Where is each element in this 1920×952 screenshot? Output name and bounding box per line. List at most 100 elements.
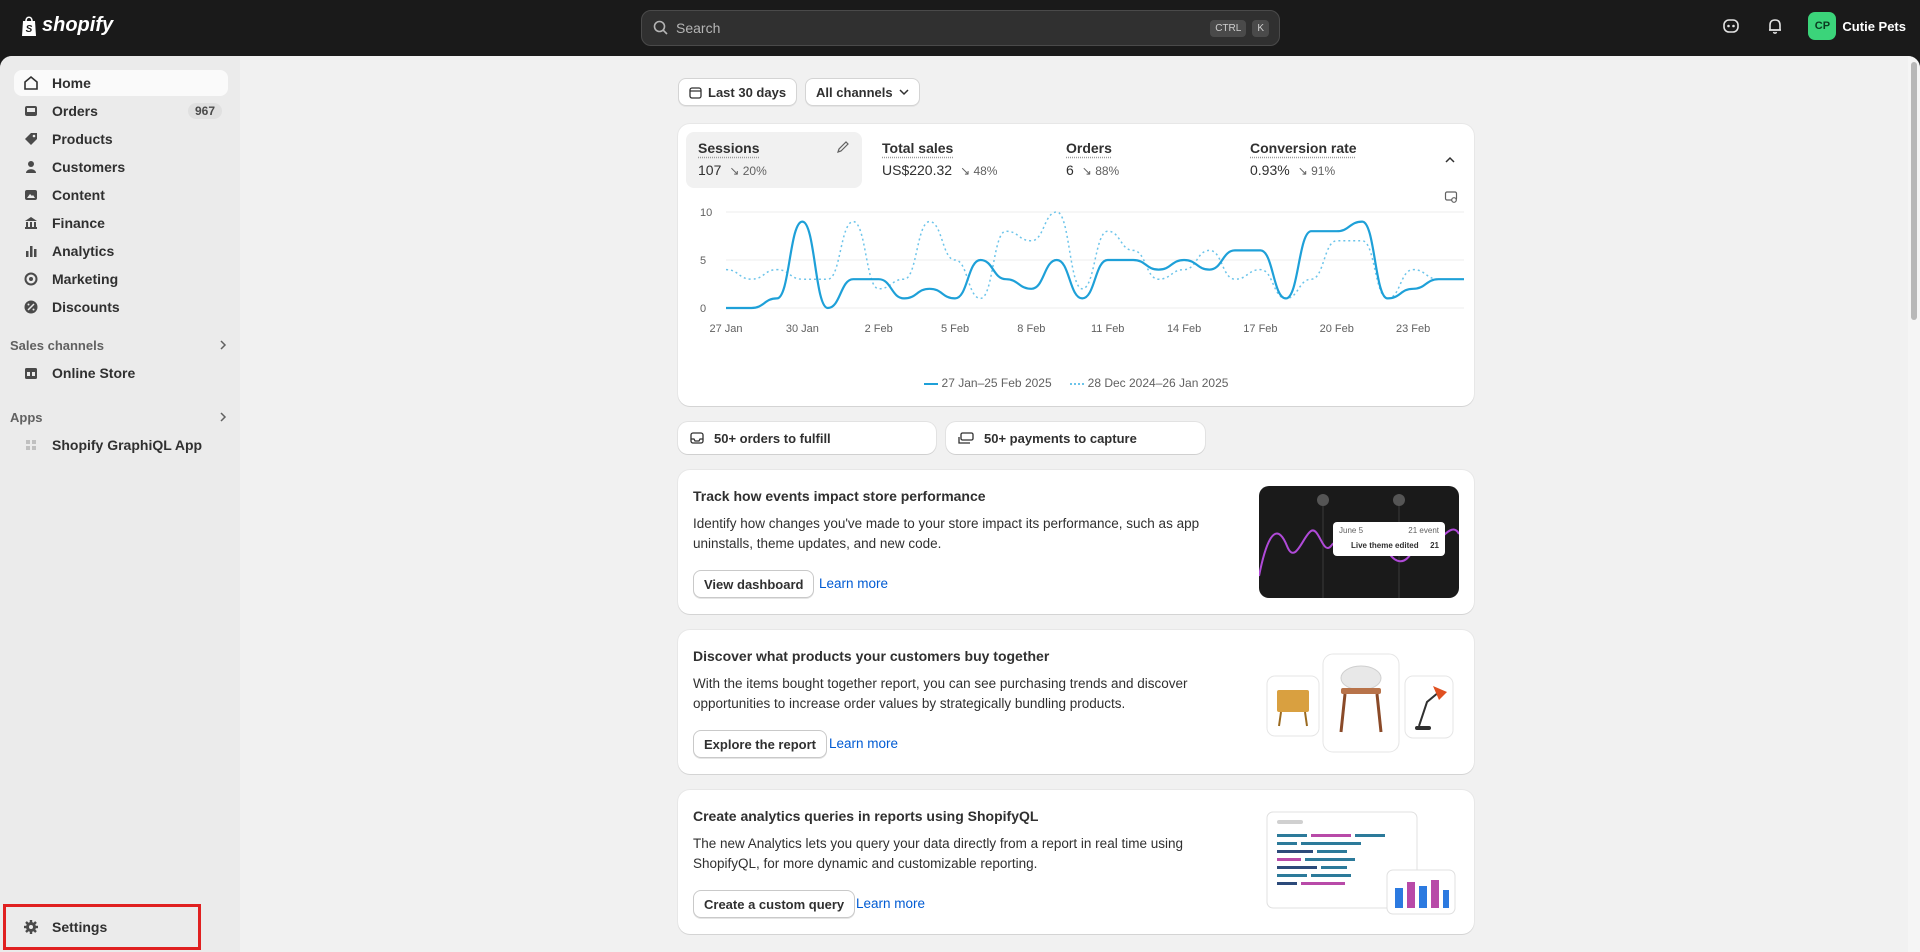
- calendar-icon: [689, 86, 702, 99]
- sidebar-item-home[interactable]: Home: [14, 70, 228, 96]
- x-tick-label: 11 Feb: [1091, 323, 1124, 335]
- sidebar-item-graphiql-app[interactable]: Shopify GraphiQL App: [14, 432, 228, 458]
- sidebar-item-analytics[interactable]: Analytics: [14, 238, 228, 264]
- section-label: Sales channels: [10, 338, 104, 353]
- metric-label: Orders: [1066, 140, 1112, 156]
- y-tick-label: 10: [700, 207, 712, 219]
- sales-channels-header[interactable]: Sales channels: [10, 338, 228, 353]
- y-tick-label: 5: [700, 255, 706, 267]
- illus-label: Live theme edited: [1351, 541, 1419, 550]
- metric-delta: 88%: [1095, 164, 1120, 178]
- sidebar-item-content[interactable]: Content: [14, 182, 228, 208]
- metric-label: Sessions: [698, 140, 760, 156]
- chart-options-icon[interactable]: [1444, 190, 1458, 204]
- sidebar-item-products[interactable]: Products: [14, 126, 228, 152]
- inbox-icon: [22, 102, 40, 120]
- sidebar-item-marketing[interactable]: Marketing: [14, 266, 228, 292]
- metric-orders[interactable]: Orders 6 ↘ 88%: [1054, 132, 1230, 188]
- view-dashboard-button[interactable]: View dashboard: [693, 570, 815, 598]
- illus-count: 21 event: [1408, 526, 1439, 535]
- shopify-bag-icon: S: [22, 15, 36, 36]
- image-icon: [22, 186, 40, 204]
- app-icon: [22, 436, 40, 454]
- gear-icon: [22, 918, 40, 936]
- promo-title: Discover what products your customers bu…: [693, 648, 1050, 664]
- x-tick-label: 17 Feb: [1243, 323, 1277, 335]
- metric-delta: 91%: [1311, 164, 1336, 178]
- shopifyql-illustration: [1259, 806, 1459, 918]
- sidebar-item-label: Shopify GraphiQL App: [52, 437, 203, 453]
- store-menu[interactable]: CP Cutie Pets: [1808, 12, 1906, 40]
- sidebar-item-label: Marketing: [52, 271, 119, 287]
- promo-title: Track how events impact store performanc…: [693, 488, 986, 504]
- metric-label: Total sales: [882, 140, 954, 156]
- sidebar-item-online-store[interactable]: Online Store: [14, 360, 228, 386]
- metric-delta-down: ↘ 20%: [729, 164, 767, 178]
- avatar: CP: [1808, 12, 1837, 40]
- search-icon: [653, 20, 668, 35]
- chevron-down-icon: [899, 89, 909, 96]
- explore-report-button[interactable]: Explore the report: [693, 730, 827, 758]
- x-tick-label: 27 Jan: [709, 323, 742, 335]
- metric-delta: 20%: [742, 164, 767, 178]
- promo-body: Identify how changes you've made to your…: [693, 516, 1200, 551]
- sidebar-item-customers[interactable]: Customers: [14, 154, 228, 180]
- chevron-up-icon[interactable]: [1444, 154, 1456, 166]
- learn-more-link[interactable]: Learn more: [819, 576, 888, 591]
- shopify-logo[interactable]: S shopify: [20, 14, 113, 37]
- app-shell: Home Orders 967 Products Customers Conte…: [0, 56, 1920, 952]
- learn-more-link[interactable]: Learn more: [856, 896, 925, 911]
- channels-select[interactable]: All channels: [805, 78, 920, 106]
- legend-label: 28 Dec 2024–26 Jan 2025: [1087, 376, 1229, 390]
- furniture-illustration: [1259, 646, 1459, 758]
- scrollbar-thumb[interactable]: [1911, 62, 1917, 320]
- sidebar-item-label: Settings: [52, 919, 108, 935]
- sidebar-item-settings[interactable]: Settings: [14, 914, 194, 940]
- promo-shopifyql-card: Create analytics queries in reports usin…: [678, 790, 1474, 934]
- sidekick-icon[interactable]: [1720, 15, 1742, 37]
- search-input[interactable]: Search CTRL K: [641, 10, 1280, 46]
- cash-icon: [958, 432, 974, 444]
- task-label: 50+ orders to fulfill: [714, 430, 831, 446]
- sidebar-item-label: Content: [52, 187, 105, 203]
- metric-sessions[interactable]: Sessions 107 ↘ 20%: [686, 132, 862, 188]
- store-name: Cutie Pets: [1842, 18, 1906, 34]
- metric-delta-down: ↘ 88%: [1081, 164, 1120, 178]
- sidebar-item-orders[interactable]: Orders 967: [14, 98, 228, 124]
- discount-icon: [22, 298, 40, 316]
- x-tick-label: 20 Feb: [1320, 323, 1354, 335]
- edit-pencil-icon[interactable]: [836, 140, 850, 154]
- sidebar-item-finance[interactable]: Finance: [14, 210, 228, 236]
- payments-to-capture-task[interactable]: 50+ payments to capture: [946, 422, 1205, 454]
- apps-header[interactable]: Apps: [10, 410, 228, 425]
- metric-value: 0.93%: [1250, 162, 1290, 178]
- chart-legend: 27 Jan–25 Feb 2025 28 Dec 2024–26 Jan 20…: [678, 376, 1474, 390]
- bar-chart-icon: [22, 242, 40, 260]
- notifications-bell-icon[interactable]: [1764, 15, 1786, 37]
- metric-value: 107: [698, 162, 722, 178]
- metric-value: US$220.32: [882, 162, 953, 178]
- person-icon: [22, 158, 40, 176]
- x-tick-label: 5 Feb: [941, 323, 969, 335]
- sessions-line-chart: 0 5 10 27 Jan 30 Jan 2 Feb 5 Feb 8 Feb 11 Feb 14 …: [700, 207, 1464, 335]
- learn-more-link[interactable]: Learn more: [829, 736, 898, 751]
- shortcut-k: K: [1252, 19, 1269, 37]
- metric-total-sales[interactable]: Total sales US$220.32 ↘ 48%: [870, 132, 1046, 188]
- home-icon: [22, 74, 40, 92]
- x-tick-label: 2 Feb: [865, 323, 893, 335]
- svg-text:S: S: [26, 24, 33, 35]
- task-label: 50+ payments to capture: [984, 430, 1137, 446]
- shortcut-ctrl: CTRL: [1210, 19, 1247, 37]
- create-custom-query-button[interactable]: Create a custom query: [693, 890, 856, 918]
- date-range-label: Last 30 days: [708, 84, 787, 100]
- orders-to-fulfill-task[interactable]: 50+ orders to fulfill: [678, 422, 936, 454]
- target-icon: [22, 270, 40, 288]
- main-scrollbar[interactable]: [1908, 56, 1920, 952]
- illus-value: 21: [1430, 541, 1439, 550]
- date-range-button[interactable]: Last 30 days: [678, 78, 798, 106]
- metric-conversion-rate[interactable]: Conversion rate 0.93% ↘ 91%: [1238, 132, 1414, 188]
- sidebar-item-label: Products: [52, 131, 113, 147]
- tag-icon: [22, 130, 40, 148]
- promo-body: The new Analytics lets you query your da…: [693, 836, 1183, 871]
- sidebar-item-discounts[interactable]: Discounts: [14, 294, 228, 320]
